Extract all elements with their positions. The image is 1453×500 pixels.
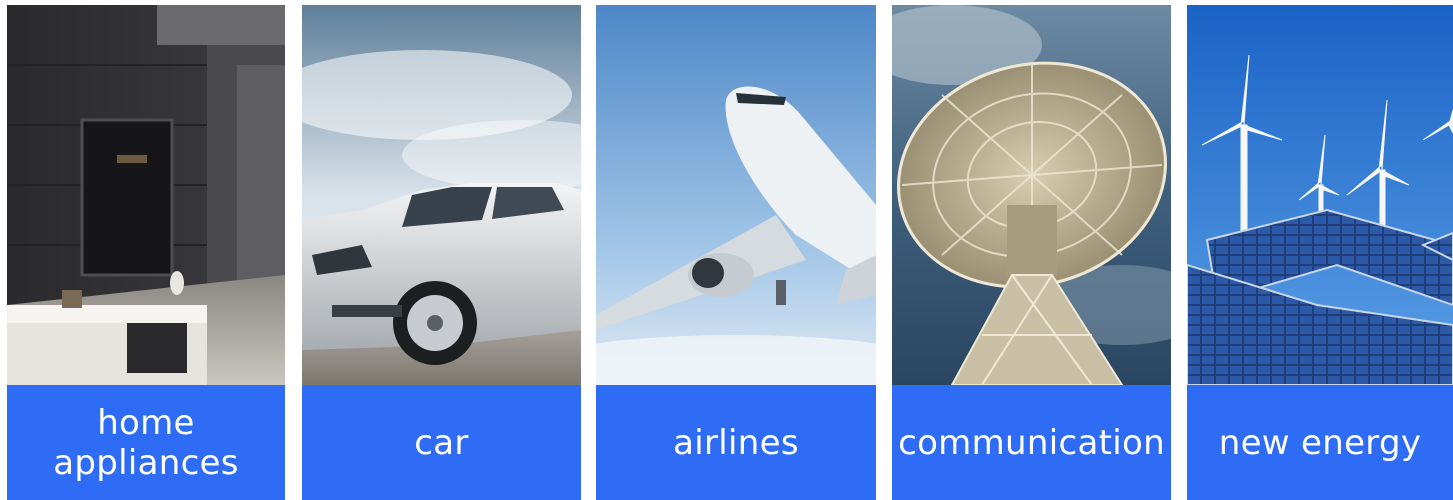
category-label-text: airlines	[673, 422, 799, 463]
category-label-text: home appliances	[53, 402, 239, 483]
category-tile-car[interactable]: car	[302, 5, 581, 500]
category-label: home appliances	[7, 385, 285, 500]
category-tile-airlines[interactable]: airlines	[596, 5, 876, 500]
living-room-tv-icon	[7, 5, 285, 385]
category-grid: home appliances car airlines communicati…	[0, 0, 1453, 500]
silver-car-icon	[302, 5, 581, 385]
category-label: car	[302, 385, 581, 500]
category-tile-home-appliances[interactable]: home appliances	[7, 5, 285, 500]
category-tile-communication[interactable]: communication	[892, 5, 1171, 500]
airplane-icon	[596, 5, 876, 385]
category-label-text: communication	[898, 422, 1165, 463]
category-label-text: car	[414, 422, 469, 463]
category-tile-new-energy[interactable]: new energy	[1187, 5, 1453, 500]
satellite-dish-icon	[892, 5, 1171, 385]
category-label: airlines	[596, 385, 876, 500]
category-label: new energy	[1187, 385, 1453, 500]
wind-solar-icon	[1187, 5, 1453, 385]
category-label: communication	[892, 385, 1171, 500]
category-label-text: new energy	[1218, 422, 1422, 463]
